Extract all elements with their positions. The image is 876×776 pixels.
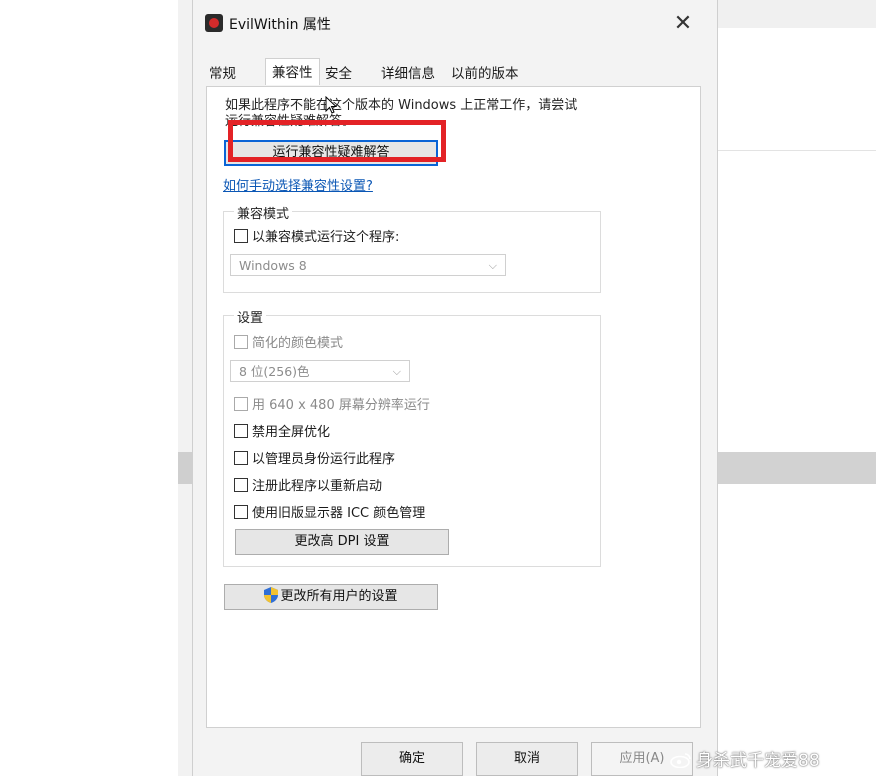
uac-shield-icon (264, 587, 279, 603)
compat-mode-checkbox[interactable] (234, 229, 248, 243)
watermark-text: 身杀武千宠爱88 (696, 751, 820, 771)
background-toolbar-right (716, 0, 876, 28)
legacy-icc-label: 使用旧版显示器 ICC 颜色管理 (252, 506, 426, 521)
properties-dialog: EvilWithin 属性 ✕ 常规 兼容性 安全 详细信息 以前的版本 如果此… (192, 0, 718, 776)
reduced-color-label: 简化的颜色模式 (252, 336, 344, 351)
weibo-watermark: 身杀武千宠爱88 (670, 746, 820, 771)
close-button[interactable]: ✕ (669, 10, 697, 38)
manual-settings-link[interactable]: 如何手动选择兼容性设置? (223, 175, 373, 194)
res-640-checkbox[interactable] (234, 397, 248, 411)
weibo-logo-icon (670, 753, 691, 768)
tab-compatibility[interactable]: 兼容性 (265, 58, 320, 85)
color-depth-value: 8 位(256)色 (239, 364, 310, 379)
windows-version-value: Windows 8 (239, 258, 307, 273)
compat-mode-checkbox-label: 以兼容模式运行这个程序: (252, 230, 400, 245)
ok-button[interactable]: 确定 (361, 742, 463, 776)
app-icon (205, 14, 223, 32)
legacy-icc-row[interactable]: 使用旧版显示器 ICC 颜色管理 (234, 502, 426, 521)
change-dpi-button[interactable]: 更改高 DPI 设置 (235, 529, 449, 555)
reduced-color-checkbox[interactable] (234, 335, 248, 349)
compat-mode-group: 兼容模式 以兼容模式运行这个程序: Windows 8 ⌵ (223, 203, 601, 293)
change-all-users-label: 更改所有用户的设置 (280, 589, 398, 604)
settings-group-title: 设置 (234, 307, 267, 326)
windows-version-select[interactable]: Windows 8 ⌵ (230, 254, 506, 276)
reduced-color-row[interactable]: 简化的颜色模式 (234, 332, 344, 351)
run-as-admin-row[interactable]: 以管理员身份运行此程序 (234, 448, 396, 467)
tab-security[interactable]: 安全 (321, 62, 356, 82)
chevron-down-icon: ⌵ (488, 259, 497, 272)
background-desktop-left (0, 0, 186, 776)
background-window-right (716, 0, 876, 776)
disable-fullscreen-checkbox[interactable] (234, 424, 248, 438)
run-as-admin-checkbox[interactable] (234, 451, 248, 465)
compat-mode-checkbox-row[interactable]: 以兼容模式运行这个程序: (234, 226, 400, 245)
background-selected-row-right (716, 452, 876, 484)
compatibility-panel: 如果此程序不能在这个版本的 Windows 上正常工作，请尝试 运行兼容性疑难解… (206, 86, 701, 728)
res-640-row[interactable]: 用 640 x 480 屏幕分辨率运行 (234, 394, 430, 413)
title-bar[interactable]: EvilWithin 属性 ✕ (193, 6, 717, 42)
res-640-label: 用 640 x 480 屏幕分辨率运行 (252, 398, 430, 413)
tab-previous-versions[interactable]: 以前的版本 (447, 62, 523, 82)
register-restart-label: 注册此程序以重新启动 (252, 479, 383, 494)
dialog-title: EvilWithin 属性 (229, 17, 331, 33)
disable-fullscreen-row[interactable]: 禁用全屏优化 (234, 421, 331, 440)
tab-general[interactable]: 常规 (205, 62, 240, 82)
run-as-admin-label: 以管理员身份运行此程序 (252, 452, 396, 467)
intro-line-1: 如果此程序不能在这个版本的 Windows 上正常工作，请尝试 (225, 98, 578, 113)
change-all-users-button[interactable]: 更改所有用户的设置 (224, 584, 438, 610)
mouse-cursor-icon (325, 96, 337, 114)
background-selected-row-left (178, 452, 192, 484)
legacy-icc-checkbox[interactable] (234, 505, 248, 519)
tab-strip: 常规 兼容性 安全 详细信息 以前的版本 (205, 58, 705, 86)
red-highlight-annotation (228, 120, 446, 162)
background-divider-right (716, 150, 876, 151)
background-window-left-edge (178, 0, 193, 776)
disable-fullscreen-label: 禁用全屏优化 (252, 425, 331, 440)
register-restart-checkbox[interactable] (234, 478, 248, 492)
register-restart-row[interactable]: 注册此程序以重新启动 (234, 475, 383, 494)
tab-details[interactable]: 详细信息 (377, 62, 439, 82)
compat-mode-group-title: 兼容模式 (234, 203, 293, 222)
cancel-button[interactable]: 取消 (476, 742, 578, 776)
color-depth-select[interactable]: 8 位(256)色 ⌵ (230, 360, 410, 382)
chevron-down-icon: ⌵ (392, 365, 401, 378)
